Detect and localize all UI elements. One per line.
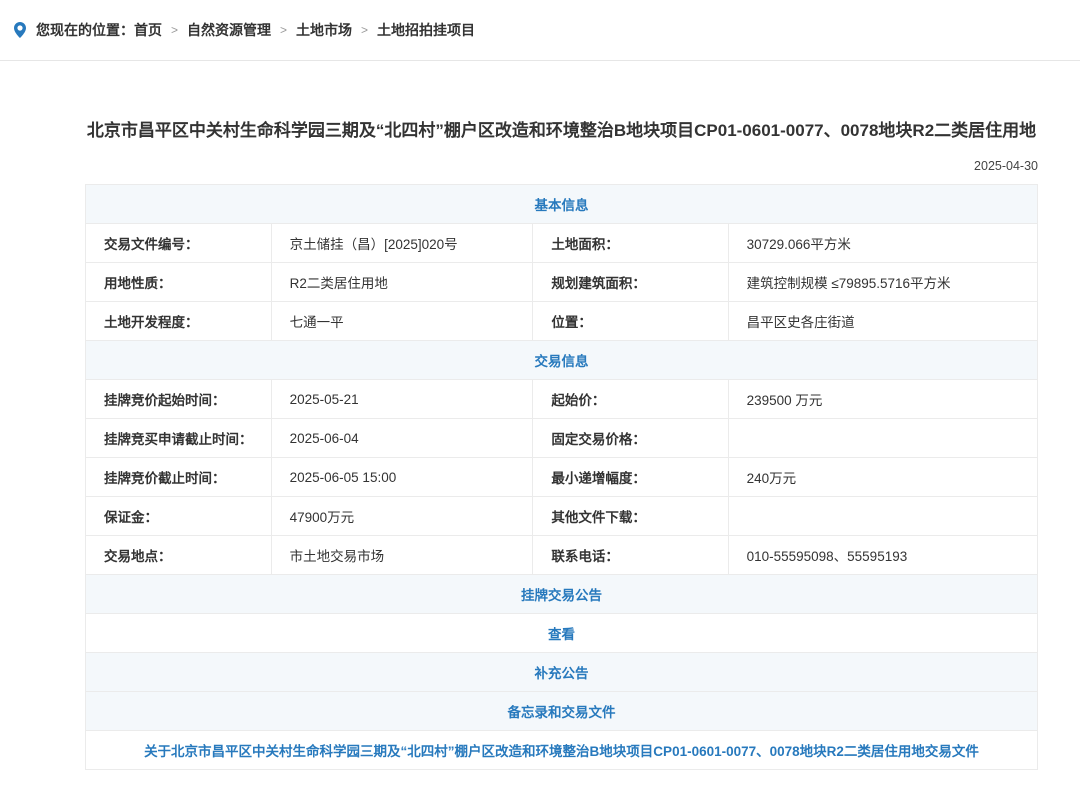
table-row: 交易文件编号： 京土储挂（昌）[2025]020号 土地面积： 30729.06…: [86, 224, 1038, 263]
field-label: 最小递增幅度：: [533, 458, 728, 497]
view-link[interactable]: 查看: [548, 627, 575, 642]
table-row: 基本信息: [86, 185, 1038, 224]
field-value: 2025-06-05 15:00: [271, 458, 533, 497]
field-value: 240万元: [728, 458, 1037, 497]
section-header-memo-and-documents: 备忘录和交易文件: [86, 692, 1038, 731]
field-value: R2二类居住用地: [271, 263, 533, 302]
field-label: 用地性质：: [86, 263, 272, 302]
field-value: 2025-06-04: [271, 419, 533, 458]
breadcrumb-item-natural-resources[interactable]: 自然资源管理: [187, 20, 271, 40]
table-row: 挂牌竞买申请截止时间： 2025-06-04 固定交易价格：: [86, 419, 1038, 458]
field-value: 010-55595098、55595193: [728, 536, 1037, 575]
document-cell: 关于北京市昌平区中关村生命科学园三期及“北四村”棚户区改造和环境整治B地块项目C…: [86, 731, 1038, 770]
breadcrumb-item-land-market[interactable]: 土地市场: [296, 20, 352, 40]
table-row: 关于北京市昌平区中关村生命科学园三期及“北四村”棚户区改造和环境整治B地块项目C…: [86, 731, 1038, 770]
field-value: 京土储挂（昌）[2025]020号: [271, 224, 533, 263]
table-row: 挂牌竞价截止时间： 2025-06-05 15:00 最小递增幅度： 240万元: [86, 458, 1038, 497]
field-label: 位置：: [533, 302, 728, 341]
view-cell: 查看: [86, 614, 1038, 653]
field-value: 昌平区史各庄街道: [728, 302, 1037, 341]
field-value: [728, 497, 1037, 536]
publish-date: 2025-04-30: [85, 159, 1038, 173]
breadcrumb-prefix: 您现在的位置：: [36, 20, 134, 40]
field-label: 其他文件下载：: [533, 497, 728, 536]
field-value: 建筑控制规模 ≤79895.5716平方米: [728, 263, 1037, 302]
breadcrumb-separator: >: [280, 23, 287, 37]
table-row: 保证金： 47900万元 其他文件下载：: [86, 497, 1038, 536]
section-header-basic-info: 基本信息: [86, 185, 1038, 224]
table-row: 补充公告: [86, 653, 1038, 692]
field-value: [728, 419, 1037, 458]
field-label: 挂牌竞价截止时间：: [86, 458, 272, 497]
section-header-transaction-info: 交易信息: [86, 341, 1038, 380]
field-label: 保证金：: [86, 497, 272, 536]
field-label: 固定交易价格：: [533, 419, 728, 458]
field-label: 土地面积：: [533, 224, 728, 263]
main-content: 北京市昌平区中关村生命科学园三期及“北四村”棚户区改造和环境整治B地块项目CP0…: [85, 117, 1038, 770]
page-title: 北京市昌平区中关村生命科学园三期及“北四村”棚户区改造和环境整治B地块项目CP0…: [85, 117, 1038, 144]
table-row: 交易信息: [86, 341, 1038, 380]
table-row: 挂牌竞价起始时间： 2025-05-21 起始价： 239500 万元: [86, 380, 1038, 419]
location-pin-icon: [14, 22, 26, 38]
field-label: 规划建筑面积：: [533, 263, 728, 302]
section-header-supplementary-announcement: 补充公告: [86, 653, 1038, 692]
transaction-document-link[interactable]: 关于北京市昌平区中关村生命科学园三期及“北四村”棚户区改造和环境整治B地块项目C…: [144, 744, 979, 759]
breadcrumb-separator: >: [361, 23, 368, 37]
field-label: 挂牌竞买申请截止时间：: [86, 419, 272, 458]
breadcrumb-item-home[interactable]: 首页: [134, 20, 162, 40]
field-label: 挂牌竞价起始时间：: [86, 380, 272, 419]
field-label: 土地开发程度：: [86, 302, 272, 341]
field-label: 起始价：: [533, 380, 728, 419]
table-row: 用地性质： R2二类居住用地 规划建筑面积： 建筑控制规模 ≤79895.571…: [86, 263, 1038, 302]
section-header-listing-announcement: 挂牌交易公告: [86, 575, 1038, 614]
breadcrumb: 您现在的位置： 首页 > 自然资源管理 > 土地市场 > 土地招拍挂项目: [0, 0, 1080, 61]
field-value: 30729.066平方米: [728, 224, 1037, 263]
field-label: 交易地点：: [86, 536, 272, 575]
table-row: 查看: [86, 614, 1038, 653]
field-value: 七通一平: [271, 302, 533, 341]
table-row: 挂牌交易公告: [86, 575, 1038, 614]
field-value: 市土地交易市场: [271, 536, 533, 575]
land-parcel-detail-table: 基本信息 交易文件编号： 京土储挂（昌）[2025]020号 土地面积： 307…: [85, 184, 1038, 770]
table-row: 交易地点： 市土地交易市场 联系电话： 010-55595098、5559519…: [86, 536, 1038, 575]
field-value: 2025-05-21: [271, 380, 533, 419]
breadcrumb-item-land-listing-projects[interactable]: 土地招拍挂项目: [377, 20, 475, 40]
field-value: 239500 万元: [728, 380, 1037, 419]
field-label: 交易文件编号：: [86, 224, 272, 263]
table-row: 备忘录和交易文件: [86, 692, 1038, 731]
field-value: 47900万元: [271, 497, 533, 536]
field-label: 联系电话：: [533, 536, 728, 575]
table-row: 土地开发程度： 七通一平 位置： 昌平区史各庄街道: [86, 302, 1038, 341]
breadcrumb-separator: >: [171, 23, 178, 37]
